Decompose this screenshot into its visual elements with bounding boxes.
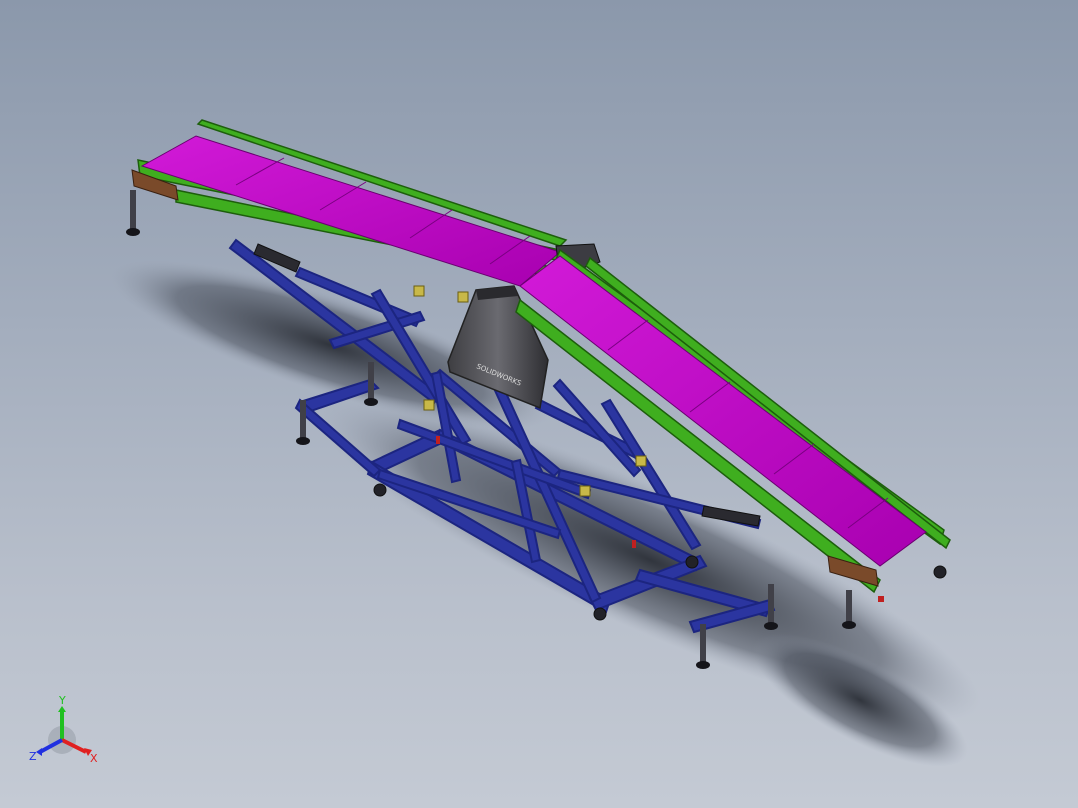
clamp-bracket <box>579 485 591 497</box>
z-axis-label: Z <box>29 750 37 763</box>
y-axis-label: Y <box>58 694 66 707</box>
caster-wheel <box>593 607 607 621</box>
clamp-bracket <box>413 285 425 297</box>
clamp-bracket <box>423 399 435 411</box>
caster-wheel <box>933 565 947 579</box>
caster-wheel <box>373 483 387 497</box>
z-axis-arrow-icon <box>36 748 42 756</box>
clamp-bracket <box>635 455 647 467</box>
x-axis-label: X <box>90 752 98 765</box>
caster-wheel <box>685 555 699 569</box>
conveyor-upper-belt[interactable] <box>140 135 562 287</box>
red-handle <box>436 436 440 444</box>
axis-triad: Y X Z <box>29 694 98 765</box>
red-handle <box>878 596 884 602</box>
foot-left-upper <box>126 190 140 236</box>
red-handle <box>632 540 636 548</box>
clamp-bracket <box>457 291 469 303</box>
cad-viewport[interactable]: SOLIDWORKS <box>0 0 1078 808</box>
